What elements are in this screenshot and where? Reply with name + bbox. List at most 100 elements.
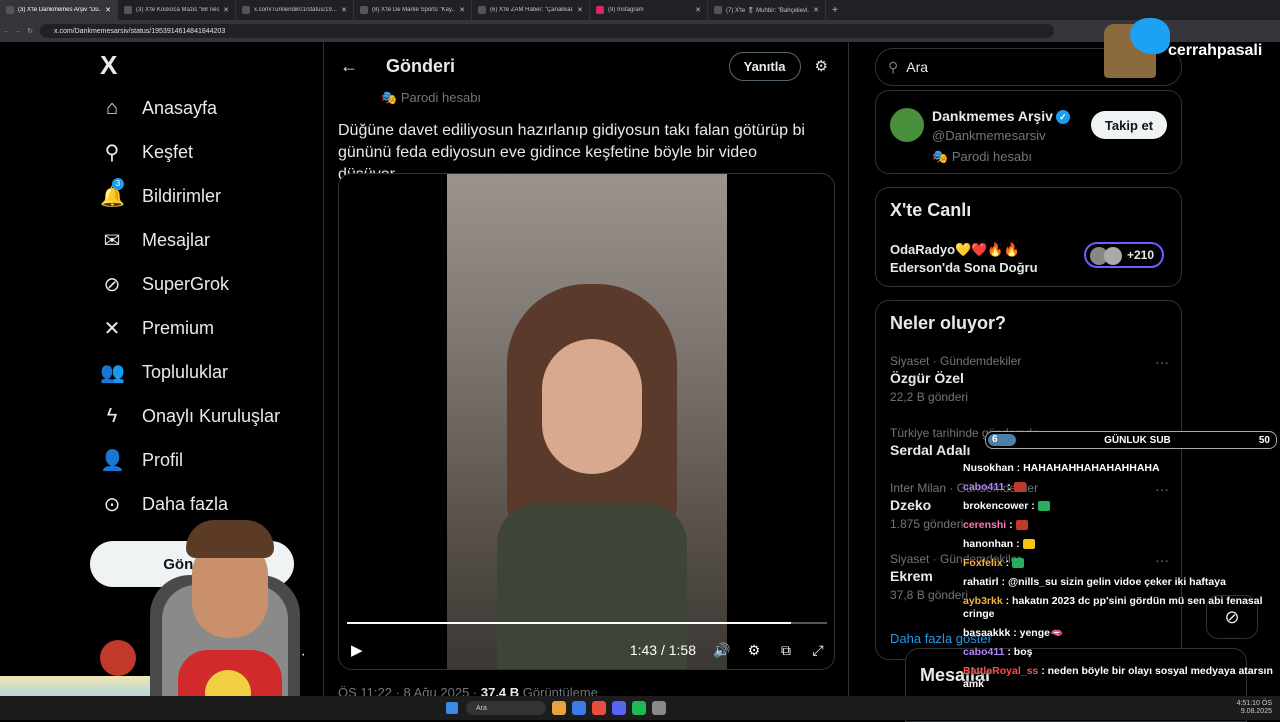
live-space-name[interactable]: OdaRadyo💛❤️🔥🔥 Ederson'da Sona Doğru [890,241,1038,277]
browser-tab-2[interactable]: (3) X'te Koskoca Mazis "Bir nes... ✕ [118,0,236,20]
chat-username: BattleRoyal_ss [963,665,1039,677]
sub-goal-max: 50 [1258,434,1270,446]
video-time: 1:43 / 1:58 [629,642,696,658]
post-header: ← Gönderi Yanıtla ⚙ [324,44,848,88]
obs-icon[interactable] [652,701,666,715]
chat-username: brokencower [963,500,1029,512]
trends-title: Neler oluyor? [890,313,1007,333]
x-logo-icon[interactable]: X [100,50,315,86]
grok-icon: ⊘ [103,273,121,296]
volume-icon[interactable]: 🔊 [706,642,738,659]
chat-emote-icon [1013,482,1026,493]
brand-name: cerrahpasali [1168,42,1263,59]
windows-start-icon[interactable] [446,702,458,714]
close-tab-icon[interactable]: ✕ [577,6,583,14]
chat-message: basaakkk : yenge🫦 [963,627,1278,640]
pip-icon[interactable]: ⧉ [770,642,802,659]
play-icon[interactable]: ▶ [351,641,363,659]
chat-text: : [1004,481,1014,493]
chat-message: BattleRoyal_ss : neden böyle bir olayı s… [963,665,1278,691]
nav-item-notifications[interactable]: 🔔 3 Bildirimler [95,174,315,218]
settings-gear-icon[interactable]: ⚙ [738,642,770,659]
account-card: Dankmemes Arşiv ✓ @Dankmemesarsiv 🎭 Parod… [875,90,1182,174]
chat-emote-icon [1015,520,1028,531]
forward-arrow-icon[interactable]: → [12,28,24,35]
nav-item-messages[interactable]: ✉ Mesajlar [95,218,315,262]
account-name[interactable]: Dankmemes Arşiv ✓ [932,108,1070,125]
chat-username: hanonhan [963,538,1014,550]
chrome-icon[interactable] [592,701,606,715]
browser-tab-3[interactable]: x.com/Turklendik01/status/19... ✕ [236,0,354,20]
close-tab-icon[interactable]: ✕ [223,6,229,14]
reload-icon[interactable]: ↻ [24,27,36,35]
address-bar[interactable]: x.com/Dankmemesarsiv/status/195391461484… [40,24,1054,38]
nav-item-premium[interactable]: ✕ Premium [95,306,315,350]
browser-tab-1[interactable]: (3) X'te Dankmemes Arşiv "Dü... ✕ [0,0,118,20]
home-icon: ⌂ [105,96,119,119]
back-arrow-icon[interactable]: ← [0,28,12,35]
sub-goal-label: GÜNLUK SUB [1104,434,1171,446]
close-tab-icon[interactable]: ✕ [105,6,111,14]
back-arrow-icon[interactable]: ← [340,56,370,77]
more-circle-icon: ⊙ [103,493,121,516]
browser-tab-5[interactable]: (6) X'te ZAM Haber: "Çanakkal... ✕ [472,0,590,20]
profile-icon: 👤 [100,449,125,472]
follow-button[interactable]: Takip et [1091,111,1167,139]
chat-emote-icon [1022,539,1035,550]
nav-item-communities[interactable]: 👥 Topluluklar [95,350,315,394]
live-listener-count[interactable]: +210 [1084,242,1164,268]
close-tab-icon[interactable]: ✕ [695,6,701,14]
x-favicon-icon [242,6,250,14]
discord-icon[interactable] [612,701,626,715]
nav-item-explore[interactable]: ⚲ Keşfet [95,130,315,174]
chat-username: Nusokhan [963,462,1014,474]
trend-item[interactable]: Siyaset · Gündemdekiler Özgür Özel 22,2 B … [890,354,1175,404]
chat-text: : yenge🫦 [1010,627,1064,639]
left-sidebar: X ⌂ Anasayfa ⚲ Keşfet 🔔 3 Bildirimler ✉ Mesaj… [95,50,315,526]
chat-text: : [1013,538,1023,550]
chat-text: : [1028,500,1038,512]
chat-message: Foxfelix : [963,557,1278,570]
nav-item-verified-orgs[interactable]: ϟ Onaylı Kuruluşlar [95,394,315,438]
chat-text: : @nills_su sizin gelin vidoe çeker iki … [998,576,1226,588]
more-dots-icon[interactable]: ··· [1155,354,1169,370]
chat-username: ayb3rkk [963,595,1003,607]
nav-item-home[interactable]: ⌂ Anasayfa [95,86,315,130]
file-explorer-icon[interactable] [552,701,566,715]
close-tab-icon[interactable]: ✕ [341,6,347,14]
new-tab-button[interactable]: + [826,5,844,16]
browser-tab-7[interactable]: (7) X'te 🎖 Muhbir: "Bahçelievl... ✕ [708,0,826,20]
fullscreen-icon[interactable]: ⤢ [802,642,834,659]
nav-item-supergrok[interactable]: ⊘ SuperGrok [95,262,315,306]
chat-username: cabo411 [963,646,1005,658]
browser-tab-4[interactable]: (8) X'te De Marke Sports "Kay... ✕ [354,0,472,20]
video-progress-bar[interactable] [347,622,827,624]
video-progress-fill [347,622,791,624]
taskbar-search[interactable]: Ara [466,701,546,715]
chat-emote-icon [1012,558,1025,569]
x-favicon-icon [478,6,486,14]
video-player[interactable]: ▶ 1:43 / 1:58 🔊 ⚙ ⧉ ⤢ [338,173,835,670]
reply-button[interactable]: Yanıtla [728,51,801,81]
sliders-icon[interactable]: ⚙ [815,57,828,75]
close-tab-icon[interactable]: ✕ [813,6,819,14]
spotify-icon[interactable] [632,701,646,715]
chat-message: cerenshi : [963,519,1278,532]
chat-message: brokencower : [963,500,1278,513]
chat-text: : boş [1004,646,1033,658]
mask-icon: 🎭 [932,149,952,164]
chat-emote-icon [1037,501,1050,512]
communities-icon: 👥 [100,361,125,384]
user-avatar[interactable] [100,640,136,676]
close-tab-icon[interactable]: ✕ [459,6,465,14]
chat-message: cabo411 : [963,481,1278,494]
chat-text: : HAHAHAHHAHAHAHHAHA [1013,462,1160,474]
browser-tab-6[interactable]: (9) Instagram ✕ [590,0,708,20]
notification-badge: 3 [112,177,124,190]
edge-icon[interactable] [572,701,586,715]
search-icon: ⚲ [888,58,899,75]
browser-tab-bar: (3) X'te Dankmemes Arşiv "Dü... ✕ (3) X't… [0,0,1280,20]
chat-username: cabo411 [963,481,1005,493]
account-avatar[interactable] [890,108,924,142]
nav-item-profile[interactable]: 👤 Profil [95,438,315,482]
